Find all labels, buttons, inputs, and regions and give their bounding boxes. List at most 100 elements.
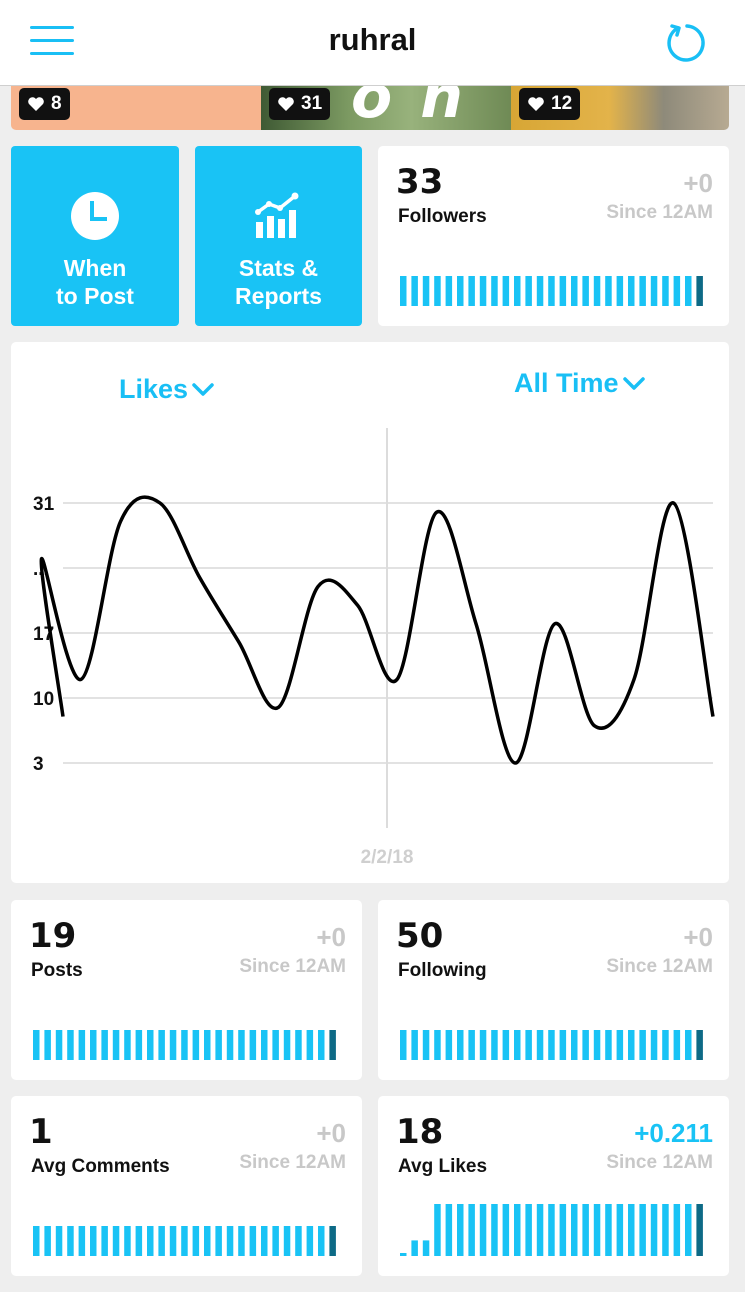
- sparkline-bar: [445, 1030, 453, 1060]
- following-label: Following: [398, 960, 487, 981]
- sparkline-bar: [673, 1030, 681, 1060]
- heart-icon: [28, 97, 44, 111]
- sparkline-bar: [514, 276, 521, 306]
- sparkline-bar: [318, 1030, 325, 1060]
- sparkline-bar: [422, 1030, 430, 1060]
- sparkline-bar: [605, 1030, 612, 1060]
- sparkline-bar: [101, 1226, 108, 1256]
- sparkline-bar: [685, 1204, 692, 1256]
- when-to-post-button[interactable]: When to Post: [11, 146, 179, 326]
- sparkline-bar: [283, 1226, 291, 1256]
- sparkline-bar: [135, 1030, 143, 1060]
- post-thumbnail[interactable]: 12: [511, 86, 729, 130]
- posts-card[interactable]: 19 Posts +0 Since 12AM: [11, 900, 362, 1080]
- sparkline-bar: [295, 1030, 302, 1060]
- sparkline-bar: [605, 276, 612, 306]
- sparkline-bar: [181, 1030, 188, 1060]
- sparkline-bar: [514, 1204, 521, 1256]
- sparkline-bar: [548, 1204, 555, 1256]
- sparkline-bar: [215, 1226, 222, 1256]
- sparkline-bar: [650, 1030, 658, 1060]
- sparkline-bar: [628, 276, 635, 306]
- sparkline-bar: [628, 1030, 635, 1060]
- sparkline-bar: [650, 1204, 658, 1256]
- likes-series-line: [39, 495, 715, 765]
- app-header: ruhral: [0, 0, 745, 86]
- avg-likes-count: 18: [396, 1112, 444, 1152]
- refresh-icon[interactable]: [664, 20, 710, 66]
- avg-likes-delta: +0.211: [634, 1118, 713, 1148]
- sparkline-bar: [593, 276, 601, 306]
- sparkline-bar: [90, 1226, 97, 1256]
- sparkline-bar: [571, 1204, 578, 1256]
- following-delta: +0: [683, 922, 713, 952]
- post-thumbnail[interactable]: oh 31: [261, 86, 511, 130]
- avg-likes-card[interactable]: 18 Avg Likes +0.211 Since 12AM: [378, 1096, 729, 1276]
- sparkline-bar: [536, 1204, 544, 1256]
- sparkline-bar: [44, 1030, 51, 1060]
- stats-reports-button[interactable]: Stats & Reports: [195, 146, 362, 326]
- sparkline-bar: [158, 1030, 165, 1060]
- sparkline-bar: [491, 1030, 498, 1060]
- y-tick-label: 3: [33, 754, 44, 775]
- sparkline-bar: [67, 1226, 74, 1256]
- avg-likes-since: Since 12AM: [606, 1152, 713, 1173]
- sparkline-bar: [468, 1030, 475, 1060]
- sparkline-bar: [33, 1030, 40, 1060]
- posts-delta: +0: [316, 922, 346, 952]
- sparkline-bar: [662, 1030, 669, 1060]
- when-to-post-label: When to Post: [56, 255, 134, 309]
- sparkline-bar: [78, 1226, 86, 1256]
- sparkline-bar: [616, 1030, 624, 1060]
- following-since: Since 12AM: [606, 956, 713, 977]
- sparkline-bar: [204, 1226, 211, 1256]
- sparkline-bar: [215, 1030, 222, 1060]
- sparkline-bar: [673, 1204, 681, 1256]
- sparkline-bar: [226, 1030, 234, 1060]
- post-thumbnail[interactable]: 8: [11, 86, 261, 130]
- sparkline-bar: [261, 1226, 268, 1256]
- avg-likes-bar-sparkline: [400, 1204, 703, 1256]
- sparkline-bar: [261, 1030, 268, 1060]
- post-image-art: oh: [351, 86, 491, 130]
- followers-card[interactable]: 33 Followers +0 Since 12AM: [378, 146, 729, 326]
- sparkline-bar: [135, 1226, 143, 1256]
- avg-comments-since: Since 12AM: [239, 1152, 346, 1173]
- sparkline-bar: [272, 1226, 279, 1256]
- account-name-title: ruhral: [328, 22, 417, 57]
- followers-since: Since 12AM: [606, 202, 713, 223]
- date-marker-label: 2/2/18: [361, 847, 414, 868]
- avg-comments-card[interactable]: 1 Avg Comments +0 Since 12AM: [11, 1096, 362, 1276]
- sparkline-bar: [249, 1030, 257, 1060]
- stats-reports-label: Stats & Reports: [235, 255, 322, 309]
- sparkline-bar: [112, 1030, 120, 1060]
- sparkline-bar: [400, 1253, 407, 1256]
- sparkline-bar: [169, 1030, 177, 1060]
- sparkline-bar: [400, 1030, 407, 1060]
- sparkline-bar: [685, 276, 692, 306]
- followers-bar-sparkline: [400, 276, 703, 306]
- post-likes-badge: 31: [269, 88, 331, 120]
- sparkline-bar: [434, 1030, 441, 1060]
- sparkline-bar: [434, 1204, 441, 1256]
- sparkline-bar: [411, 1240, 418, 1256]
- sparkline-bar: [204, 1030, 211, 1060]
- sparkline-bar: [445, 276, 453, 306]
- sparkline-bar: [628, 1204, 635, 1256]
- recent-posts-strip: 8 oh 31 12: [11, 86, 729, 130]
- sparkline-bar: [169, 1226, 177, 1256]
- sparkline-bar: [582, 1030, 589, 1060]
- sparkline-bar: [422, 276, 430, 306]
- sparkline-bar: [514, 1030, 521, 1060]
- sparkline-bar: [593, 1030, 601, 1060]
- sparkline-bar: [158, 1226, 165, 1256]
- sparkline-bar: [468, 1204, 475, 1256]
- sparkline-bar: [559, 1030, 567, 1060]
- y-tick-label: 10: [33, 689, 54, 710]
- sparkline-bar: [434, 276, 441, 306]
- sparkline-bar: [422, 1240, 430, 1256]
- following-card[interactable]: 50 Following +0 Since 12AM: [378, 900, 729, 1080]
- sparkline-bar: [55, 1226, 63, 1256]
- sparkline-bar: [525, 276, 532, 306]
- heart-icon: [278, 97, 294, 111]
